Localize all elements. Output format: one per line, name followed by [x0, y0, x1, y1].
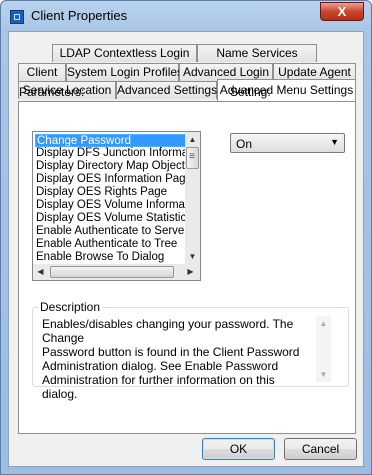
description-title: Description [38, 300, 103, 314]
description-line: Administration dialog. See Enable Passwo… [42, 359, 279, 373]
setting-dropdown[interactable]: On ▼ [230, 133, 345, 153]
description-text: Enables/disables changing your password.… [42, 317, 312, 401]
client-properties-window: Client Properties X LDAP Contextless Log… [0, 0, 372, 475]
ok-button[interactable]: OK [202, 438, 275, 460]
scroll-up-icon[interactable]: ▲ [316, 316, 331, 331]
scroll-left-icon[interactable]: ◀ [33, 264, 48, 280]
description-line: Administration for further information o… [42, 373, 275, 401]
list-item[interactable]: Display OES Information Page [35, 173, 196, 186]
tab-client[interactable]: Client [18, 63, 66, 81]
tab-name-services[interactable]: Name Services [197, 44, 317, 62]
horizontal-scrollbar[interactable]: ◀ ▶ [33, 264, 200, 280]
vertical-scrollbar[interactable]: ▲ ▼ [185, 132, 200, 264]
tab-advanced-settings[interactable]: Advanced Settings [116, 81, 217, 99]
parameters-label: Parameters: [19, 85, 85, 99]
setting-label: Setting: [230, 85, 271, 99]
scroll-right-icon[interactable]: ▶ [183, 264, 198, 280]
scroll-down-icon[interactable]: ▼ [316, 367, 331, 382]
list-item[interactable]: Display Directory Map Object Page [35, 160, 196, 173]
description-line: Enables/disables changing your password.… [42, 317, 294, 345]
list-item[interactable]: Display OES Volume Statistics Page [35, 212, 196, 225]
scroll-down-icon[interactable]: ▼ [185, 249, 200, 264]
tab-system-login-profiles[interactable]: System Login Profiles [66, 63, 183, 81]
window-title: Client Properties [31, 8, 128, 23]
list-item[interactable]: Enable Authenticate to Server [35, 225, 196, 238]
horizontal-scroll-thumb[interactable] [50, 266, 174, 278]
list-item[interactable]: Enable Browse To Dialog [35, 251, 196, 264]
description-scrollbar[interactable]: ▲ ▼ [316, 316, 331, 382]
list-item[interactable]: Display OES Rights Page [35, 186, 196, 199]
setting-value: On [236, 137, 253, 151]
scroll-up-icon[interactable]: ▲ [185, 132, 200, 147]
vertical-scroll-thumb[interactable] [186, 147, 199, 169]
title-bar[interactable]: Client Properties X [1, 1, 371, 31]
list-item[interactable]: Enable Authenticate to Tree [35, 238, 196, 251]
description-line: Password button is found in the Client P… [42, 345, 300, 359]
tab-ldap-contextless-login[interactable]: LDAP Contextless Login [52, 44, 197, 62]
window-icon [10, 10, 24, 24]
close-button[interactable]: X [320, 2, 364, 21]
list-item-change-password[interactable]: Change Password [35, 134, 198, 147]
list-item[interactable]: Display DFS Junction Information Page [35, 147, 196, 160]
chevron-down-icon[interactable]: ▼ [330, 137, 339, 147]
list-item[interactable]: Display OES Volume Information Page [35, 199, 196, 212]
parameters-listbox[interactable]: Change Password Display DFS Junction Inf… [32, 131, 201, 281]
cancel-button[interactable]: Cancel [284, 438, 357, 460]
